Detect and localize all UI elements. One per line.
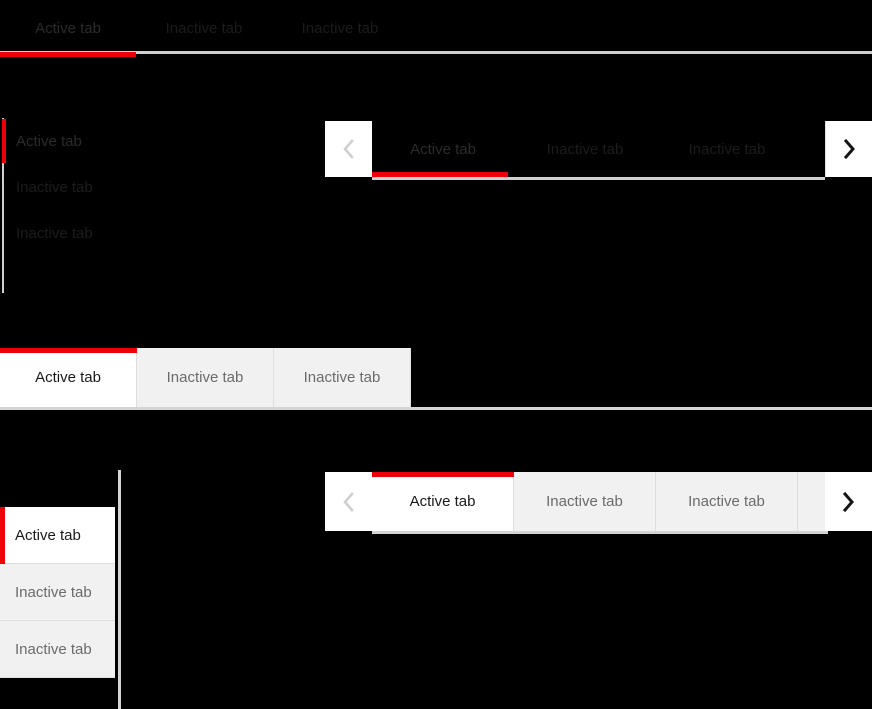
chevron-left-icon	[342, 139, 355, 159]
tab-item-inactive-2[interactable]: Inactive tab	[0, 621, 115, 678]
tab-rail	[118, 470, 121, 709]
light-scrollable-tab-bar: Active tab Inactive tab Inactive tab Ina…	[325, 472, 872, 534]
tab-label: Active tab	[16, 132, 82, 150]
light-vertical-tab-bar: Active tab Inactive tab Inactive tab	[0, 470, 121, 709]
tab-list: Active tab Inactive tab Inactive tab Ina…	[372, 472, 828, 531]
tab-item-inactive-1[interactable]: Inactive tab	[514, 472, 656, 531]
tab-list: Active tab Inactive tab Inactive tab	[372, 121, 798, 177]
tab-label: Inactive tab	[165, 20, 243, 37]
tab-label: Inactive tab	[303, 369, 381, 386]
tab-item-inactive-2[interactable]: Inactive tab	[274, 348, 411, 407]
tab-item-inactive-2[interactable]: Inactive tab	[656, 121, 798, 177]
scroll-prev-button[interactable]	[325, 121, 372, 177]
tab-item-inactive-2[interactable]: Inactive tab	[0, 210, 180, 256]
tab-item-active[interactable]: Active tab	[0, 507, 115, 564]
tab-label: Inactive tab	[546, 140, 624, 158]
tab-item-active[interactable]: Active tab	[372, 121, 514, 177]
dark-horizontal-tab-bar: Active tab Inactive tab Inactive tab	[0, 0, 872, 60]
tab-label: Inactive tab	[15, 583, 92, 601]
tab-label: Inactive tab	[688, 140, 766, 158]
tab-item-active[interactable]: Active tab	[0, 0, 136, 57]
tab-list: Active tab Inactive tab Inactive tab	[0, 0, 408, 57]
tab-label: Active tab	[15, 526, 81, 544]
tab-label: Active tab	[409, 493, 476, 510]
tab-item-inactive-1[interactable]: Inactive tab	[0, 564, 115, 621]
tab-label: Inactive tab	[15, 640, 92, 658]
dark-vertical-tab-bar: Active tab Inactive tab Inactive tab	[0, 118, 180, 293]
tab-scroll-viewport: Active tab Inactive tab Inactive tab Ina…	[372, 472, 828, 534]
tab-list: Active tab Inactive tab Inactive tab	[0, 348, 411, 407]
tab-item-active[interactable]: Active tab	[0, 348, 137, 407]
dark-scrollable-tab-bar: Active tab Inactive tab Inactive tab	[325, 121, 872, 183]
scroll-next-button[interactable]	[825, 472, 872, 531]
tab-label: Active tab	[35, 20, 101, 37]
tab-rail	[372, 177, 825, 180]
tab-item-active[interactable]: Active tab	[372, 472, 514, 531]
tab-item-inactive-2[interactable]: Inactive tab	[272, 0, 408, 57]
tab-baseline	[372, 531, 828, 534]
scroll-prev-button[interactable]	[325, 472, 372, 531]
light-horizontal-tab-bar: Active tab Inactive tab Inactive tab	[0, 348, 872, 410]
chevron-right-icon	[842, 491, 855, 512]
tab-scroll-viewport: Active tab Inactive tab Inactive tab	[372, 121, 825, 183]
tab-baseline	[0, 407, 872, 410]
chevron-left-icon	[342, 491, 355, 512]
tab-item-inactive-3-clipped[interactable]: Inactive tab	[798, 472, 828, 531]
tab-label: Inactive tab	[16, 224, 93, 242]
tab-item-inactive-1[interactable]: Inactive tab	[136, 0, 272, 57]
tab-item-inactive-1[interactable]: Inactive tab	[0, 164, 180, 210]
tab-label: Inactive tab	[301, 20, 379, 37]
scroll-next-button[interactable]	[825, 121, 872, 177]
tab-item-inactive-1[interactable]: Inactive tab	[514, 121, 656, 177]
tab-label: Active tab	[410, 140, 476, 158]
tab-label: Inactive tab	[546, 493, 623, 510]
tab-list: Active tab Inactive tab Inactive tab	[0, 118, 180, 256]
tab-label: Inactive tab	[166, 369, 244, 386]
tab-label: Active tab	[35, 369, 101, 386]
tab-label: Inactive tab	[16, 178, 93, 196]
tab-list: Active tab Inactive tab Inactive tab	[0, 507, 115, 678]
tab-item-inactive-1[interactable]: Inactive tab	[137, 348, 274, 407]
tab-item-inactive-2[interactable]: Inactive tab	[656, 472, 798, 531]
chevron-right-icon	[843, 139, 856, 159]
tab-item-active[interactable]: Active tab	[0, 118, 180, 164]
tab-label: Inactive tab	[688, 493, 765, 510]
